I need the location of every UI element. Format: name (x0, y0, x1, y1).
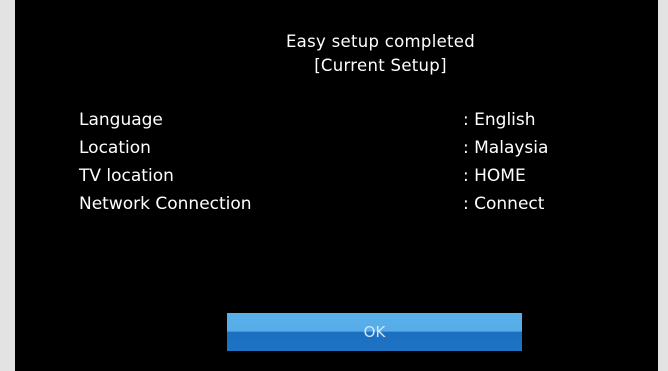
dialog-title: Easy setup completed (285, 32, 476, 51)
settings-summary: Language : English Location : Malaysia T… (79, 108, 599, 220)
setting-label: Location (79, 138, 151, 158)
tv-screen: Easy setup completed [Current Setup] Lan… (15, 0, 658, 371)
setting-row-tv-location: TV location : HOME (79, 164, 599, 192)
setting-value: : Malaysia (463, 138, 549, 158)
setting-row-location: Location : Malaysia (79, 136, 599, 164)
setting-row-network-connection: Network Connection : Connect (79, 192, 599, 220)
setting-value: : HOME (463, 166, 526, 186)
setting-label: Language (79, 110, 163, 130)
dialog-subtitle: [Current Setup] (314, 56, 447, 75)
setting-row-language: Language : English (79, 108, 599, 136)
ok-button[interactable]: OK (227, 313, 522, 351)
setting-value: : Connect (463, 194, 545, 214)
setting-label: Network Connection (79, 194, 252, 214)
ok-button-label: OK (363, 323, 386, 341)
setting-label: TV location (79, 166, 174, 186)
setting-value: : English (463, 110, 536, 130)
